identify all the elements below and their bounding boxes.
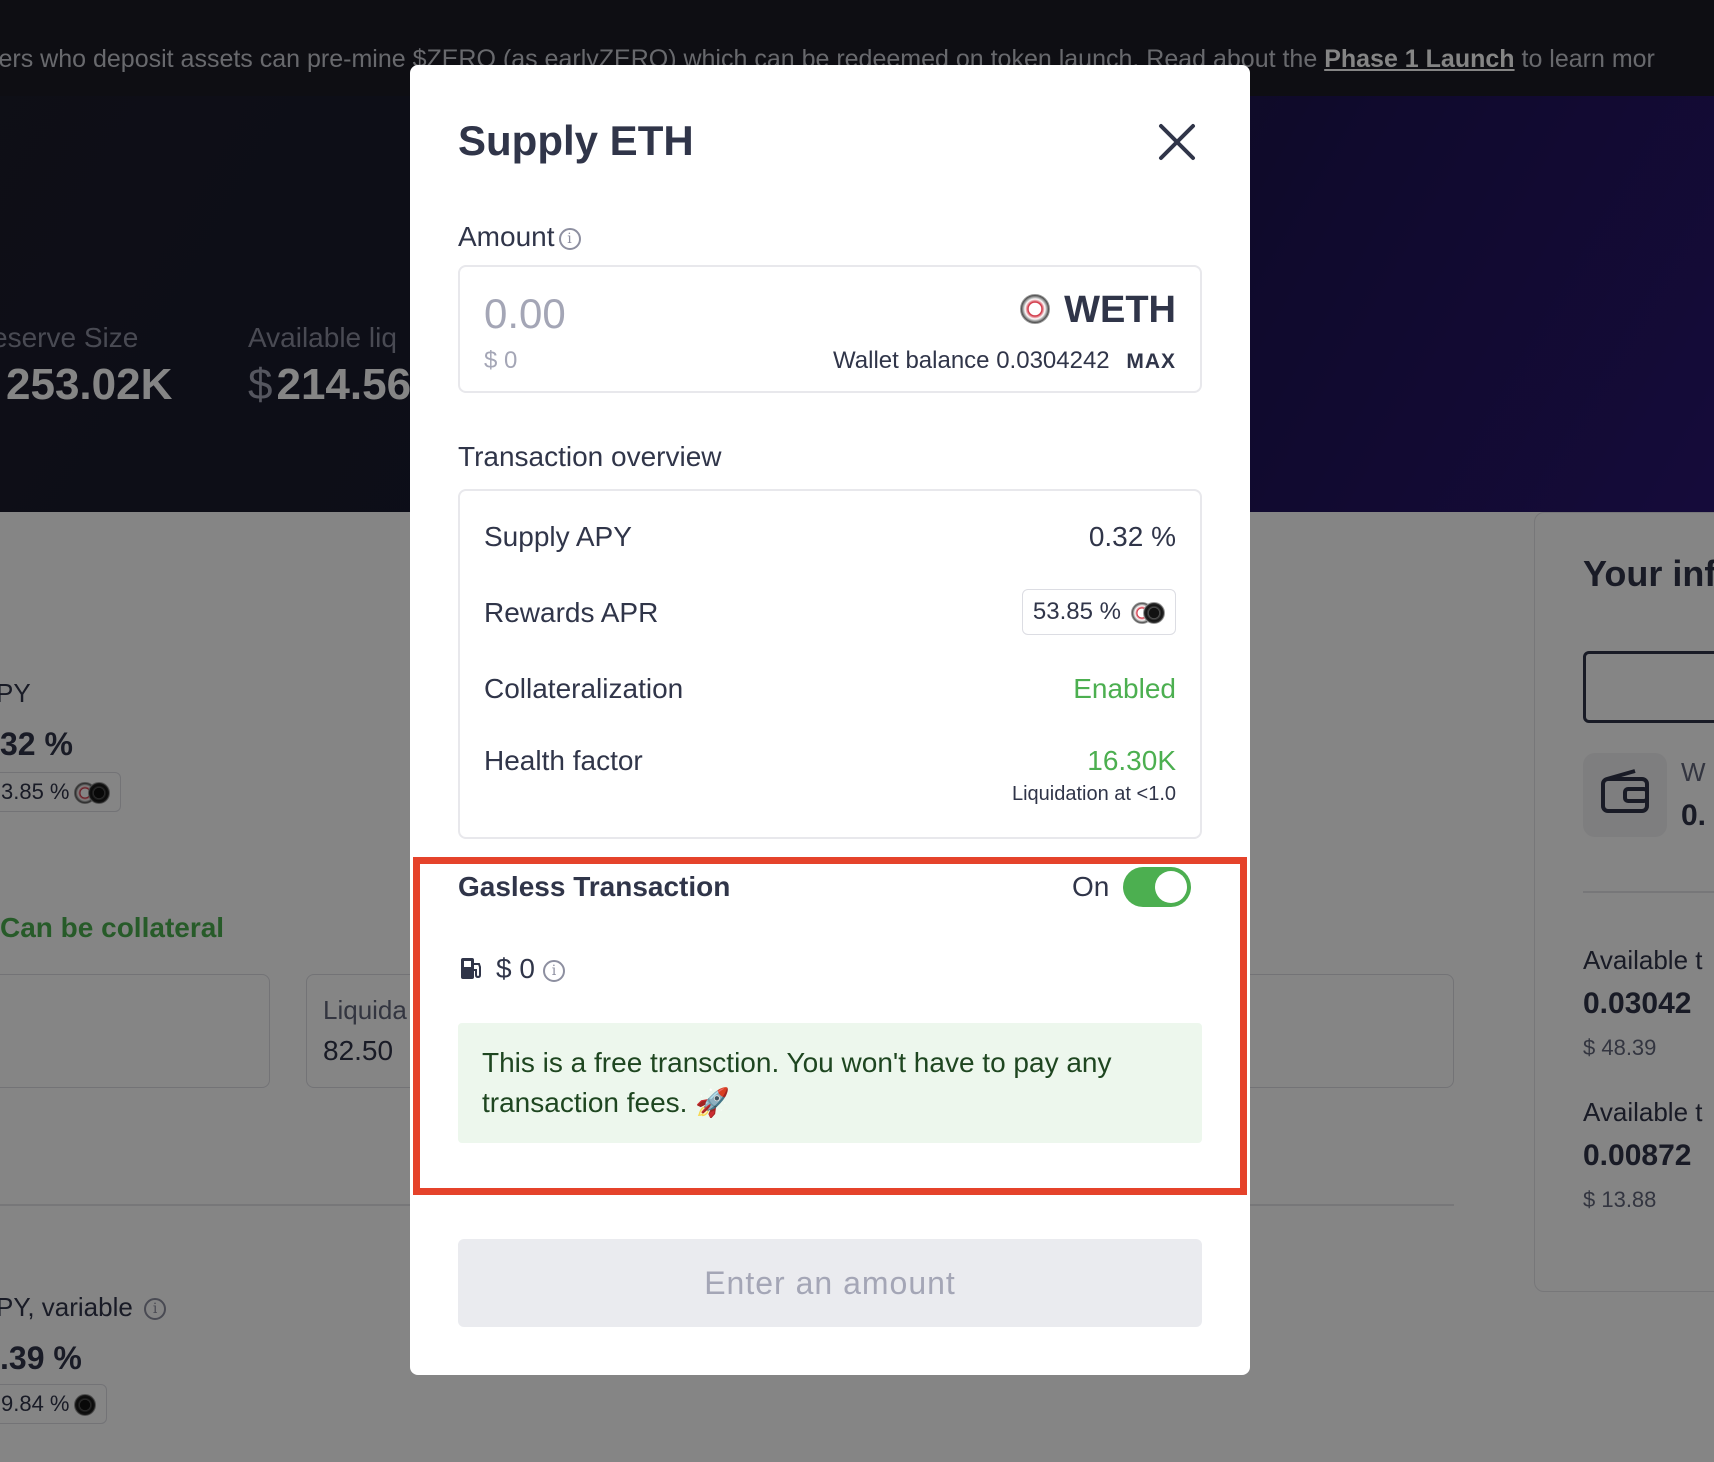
token-symbol: WETH <box>1064 289 1176 331</box>
amount-usd-value: $ 0 <box>484 347 518 374</box>
liquidation-note: Liquidation at <1.0 <box>1011 783 1176 805</box>
collateralization-value: Enabled <box>1073 673 1176 704</box>
wallet-balance-label: Wallet balance <box>833 347 990 374</box>
wallet-balance: Wallet balance 0.0304242 MAX <box>833 347 1176 375</box>
amount-label: Amount i <box>458 221 581 253</box>
gas-station-icon <box>461 958 481 979</box>
gas-cost-value: $ 0 <box>496 953 535 984</box>
transaction-overview-box: Supply APY 0.32 % Rewards APR 53.85 % Co… <box>458 489 1202 839</box>
info-icon[interactable]: i <box>558 227 581 250</box>
gasless-toggle-label: On <box>1072 871 1110 902</box>
transaction-overview-label: Transaction overview <box>458 441 722 472</box>
rewards-apr-chip[interactable]: 53.85 % <box>1021 589 1176 635</box>
free-transaction-alert: This is a free transction. You won't hav… <box>458 1023 1202 1143</box>
close-icon[interactable] <box>1155 120 1199 164</box>
amount-label-text: Amount <box>458 221 555 252</box>
amount-input[interactable] <box>484 289 784 339</box>
collateralization-label: Collateralization <box>484 673 684 704</box>
health-factor-value: 16.30K <box>1087 745 1176 776</box>
token-selector: WETH <box>1020 289 1176 332</box>
zero-token-icon <box>1143 601 1165 624</box>
supply-apy-label: Supply APY <box>484 521 632 552</box>
supply-apy-value: 0.32 % <box>1088 521 1176 552</box>
supply-modal: Supply ETH Amounti $ 0 WETH Wallet balan… <box>410 65 1250 1375</box>
modal-title: Supply ETH <box>458 117 694 164</box>
weth-token-icon <box>1020 294 1051 324</box>
amount-input-box: $ 0 WETH Wallet balance 0.0304242 MAX <box>458 265 1202 393</box>
gasless-transaction-title: Gasless Transaction <box>458 871 731 902</box>
info-icon[interactable]: i <box>542 959 565 982</box>
gasless-toggle[interactable] <box>1123 867 1191 907</box>
max-button[interactable]: MAX <box>1126 350 1176 373</box>
rewards-apr-label: Rewards APR <box>484 597 659 628</box>
gas-cost-row: $ 0 i <box>458 953 565 985</box>
wallet-balance-value: 0.0304242 <box>996 347 1110 374</box>
health-factor-label: Health factor <box>484 745 643 776</box>
toggle-knob <box>1155 871 1187 903</box>
rewards-apr-value: 53.85 % <box>1032 598 1121 625</box>
enter-amount-button[interactable]: Enter an amount <box>458 1239 1202 1327</box>
